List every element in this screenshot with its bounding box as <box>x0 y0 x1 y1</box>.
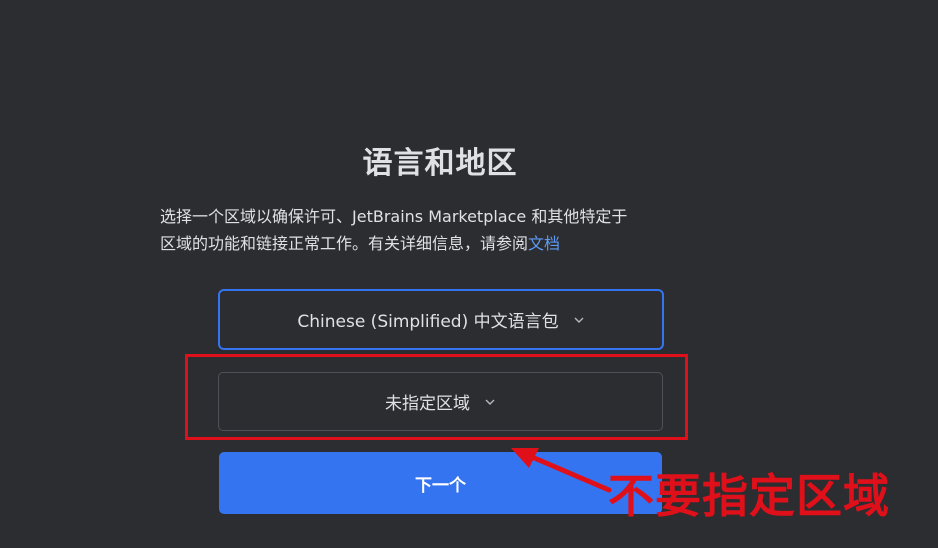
description-line-1: 选择一个区域以确保许可、JetBrains Marketplace 和其他特定于 <box>160 207 628 226</box>
description-line-2-text: 区域的功能和链接正常工作。有关详细信息，请参阅 <box>160 234 529 253</box>
description-line-2: 区域的功能和链接正常工作。有关详细信息，请参阅文档 <box>160 230 730 257</box>
chevron-down-icon <box>573 314 585 326</box>
dialog-description: 选择一个区域以确保许可、JetBrains Marketplace 和其他特定于… <box>160 203 730 257</box>
annotation-highlight-box <box>185 354 688 440</box>
dialog-title: 语言和地区 <box>362 146 518 181</box>
annotation-text: 不要指定区域 <box>608 469 890 523</box>
language-dropdown[interactable]: Chinese (Simplified) 中文语言包 <box>218 289 664 350</box>
annotation-arrow-icon <box>511 448 612 493</box>
language-dropdown-value: Chinese (Simplified) 中文语言包 <box>297 312 559 332</box>
docs-link[interactable]: 文档 <box>528 234 560 253</box>
